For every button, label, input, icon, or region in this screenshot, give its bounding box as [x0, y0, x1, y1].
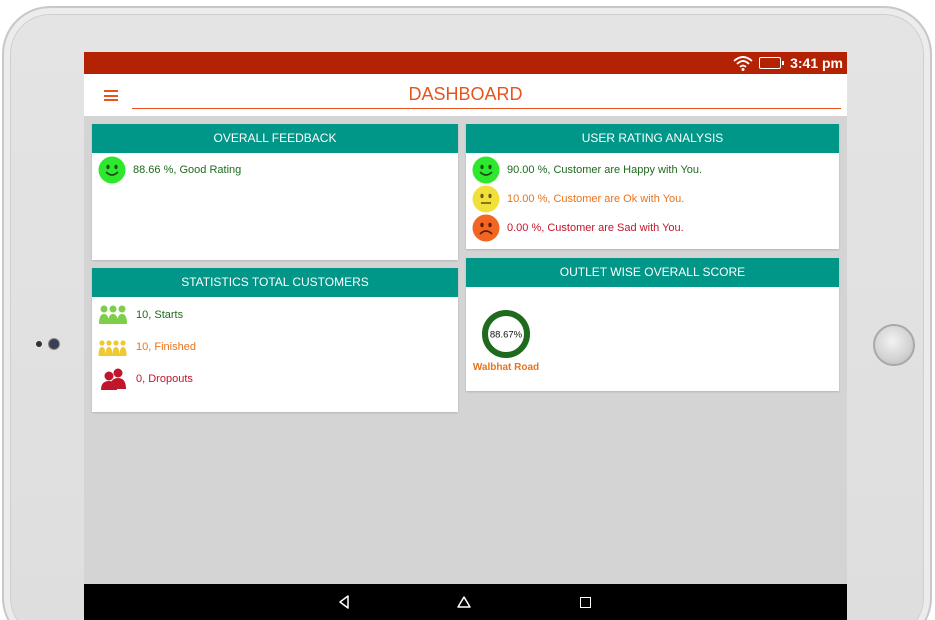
- title-underline: [132, 108, 841, 109]
- rating-sad-text: , Customer are Sad with You.: [541, 222, 684, 234]
- camera-icon: [49, 339, 59, 349]
- overall-feedback-card: OVERALL FEEDBACK 88.66 % , Good Rating: [92, 124, 458, 260]
- outlet-score-header: OUTLET WISE OVERALL SCORE: [466, 258, 839, 287]
- user-rating-analysis-card: USER RATING ANALYSIS 90.00 % , Customer …: [466, 124, 839, 249]
- rating-row-ok: 10.00 % , Customer are Ok with You.: [472, 185, 684, 213]
- happy-face-icon: [472, 156, 500, 184]
- app-bar: DASHBOARD: [84, 74, 847, 116]
- page-title: DASHBOARD: [408, 84, 523, 104]
- overall-feedback-text: , Good Rating: [173, 164, 242, 176]
- score-donut: 88.67%: [482, 310, 530, 358]
- user-rating-analysis-header: USER RATING ANALYSIS: [466, 124, 839, 153]
- screen: 3:41 pm DASHBOARD OVERALL FEEDBACK 88.66…: [84, 52, 847, 620]
- hardware-home-button[interactable]: [873, 324, 915, 366]
- rating-ok-value: 10.00 %: [507, 193, 548, 205]
- back-icon[interactable]: [337, 595, 351, 609]
- stats-row-finished: 10 , Finished: [98, 336, 196, 358]
- home-icon[interactable]: [457, 595, 471, 609]
- people-pair-icon: [101, 368, 126, 390]
- status-time: 3:41 pm: [790, 55, 843, 71]
- people-group-icon: [98, 340, 127, 356]
- stats-row-starts: 10 , Starts: [98, 304, 183, 326]
- statistics-total-customers-card: STATISTICS TOTAL CUSTOMERS 10 , Starts 1…: [92, 268, 458, 412]
- overall-feedback-value: 88.66 %: [133, 164, 174, 176]
- navigation-bar: [84, 584, 847, 620]
- sensor-dot: [36, 341, 42, 347]
- overall-feedback-header: OVERALL FEEDBACK: [92, 124, 458, 153]
- status-bar: 3:41 pm: [84, 52, 847, 74]
- score-donut-label: 88.67%: [490, 330, 523, 341]
- stats-starts-text: , Starts: [148, 309, 184, 321]
- wifi-icon: [733, 56, 753, 71]
- rating-row-sad: 0.00 % , Customer are Sad with You.: [472, 214, 684, 242]
- outlet-wise-score-card: OUTLET WISE OVERALL SCORE 88.67% Walbhat…: [466, 258, 839, 391]
- neutral-face-icon: [472, 185, 500, 213]
- stats-dropouts-text: , Dropouts: [142, 373, 193, 385]
- happy-face-icon: [98, 156, 126, 184]
- rating-happy-text: , Customer are Happy with You.: [547, 164, 703, 176]
- battery-icon: [759, 57, 784, 69]
- sad-face-icon: [472, 214, 500, 242]
- recent-apps-icon[interactable]: [580, 597, 591, 608]
- rating-row-happy: 90.00 % , Customer are Happy with You.: [472, 156, 702, 184]
- rating-happy-value: 90.00 %: [507, 164, 548, 176]
- overall-feedback-row: 88.66 % , Good Rating: [98, 156, 241, 184]
- outlet-score-item[interactable]: 88.67% Walbhat Road: [470, 309, 542, 373]
- rating-sad-value: 0.00 %: [507, 222, 542, 234]
- statistics-header: STATISTICS TOTAL CUSTOMERS: [92, 268, 458, 297]
- stats-starts-value: 10: [136, 309, 149, 321]
- outlet-name: Walbhat Road: [472, 362, 540, 373]
- people-group-icon: [99, 305, 127, 324]
- stats-finished-value: 10: [136, 341, 149, 353]
- stats-finished-text: , Finished: [148, 341, 196, 353]
- rating-ok-text: , Customer are Ok with You.: [547, 193, 685, 205]
- stats-row-dropouts: 0 , Dropouts: [98, 368, 193, 390]
